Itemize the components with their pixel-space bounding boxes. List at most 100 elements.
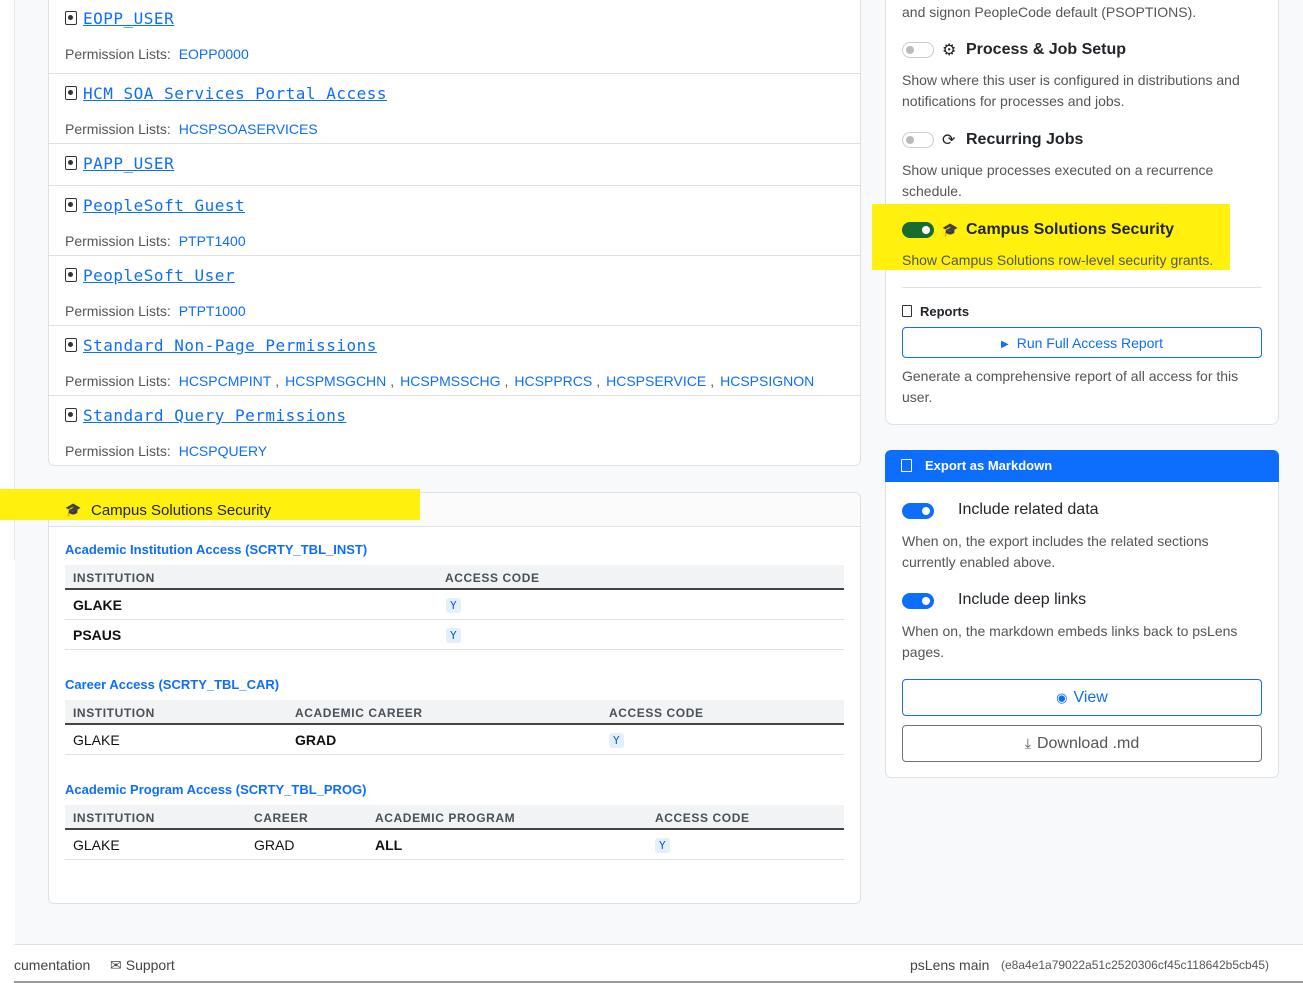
document-icon	[901, 459, 912, 472]
export-markdown-panel: Export as Markdown Include related data …	[885, 450, 1279, 778]
reports-description: Generate a comprehensive report of all a…	[902, 368, 1239, 405]
badge-icon	[65, 198, 77, 212]
permission-label: Permission Lists:	[65, 121, 171, 137]
campus-solutions-toggle[interactable]	[902, 222, 934, 238]
permission-label: Permission Lists:	[65, 233, 171, 249]
app-name: psLens main	[910, 957, 990, 973]
download-md-button[interactable]: ⤓ Download .md	[902, 725, 1262, 762]
role-link[interactable]: PeopleSoft Guest	[65, 196, 245, 215]
access-code-badge: Y	[446, 628, 461, 643]
option-description: When on, the markdown embeds links back …	[902, 623, 1238, 660]
permission-list-link[interactable]: HCSPQUERY	[179, 443, 267, 459]
document-icon	[902, 305, 912, 317]
list-item: Standard Non-Page Permissions Permission…	[49, 325, 860, 395]
view-button[interactable]: ◉ View	[902, 679, 1262, 716]
column-header: ACCESS CODE	[655, 811, 750, 825]
badge-icon	[65, 156, 77, 170]
permission-list-link[interactable]: HCSPSERVICE	[606, 373, 706, 389]
access-code-badge: Y	[446, 598, 461, 613]
include-related-toggle[interactable]	[902, 503, 934, 519]
gear-icon: ⚙	[942, 42, 957, 59]
graduation-cap-icon: 🎓	[942, 222, 959, 237]
permission-list-link[interactable]: HCSPMSSCHG	[400, 373, 500, 389]
documentation-link[interactable]: cumentation	[14, 957, 90, 973]
column-header: INSTITUTION	[73, 706, 155, 720]
career-access-table: INSTITUTION ACADEMIC CAREER ACCESS CODE …	[65, 700, 844, 755]
footer: cumentation ✉ Support psLens main (e8a4e1…	[14, 944, 1303, 983]
permission-list-link[interactable]: PTPT1000	[179, 303, 246, 319]
badge-icon	[65, 338, 77, 352]
column-header: ACCESS CODE	[609, 706, 704, 720]
permission-list-link[interactable]: PTPT1400	[179, 233, 246, 249]
access-code-badge: Y	[655, 838, 670, 853]
column-header: CAREER	[254, 811, 309, 825]
column-header: ACCESS CODE	[445, 571, 540, 585]
recurring-jobs-toggle[interactable]	[902, 132, 934, 148]
role-link[interactable]: Standard Query Permissions	[65, 406, 346, 425]
option-description: Show unique processes executed on a recu…	[902, 162, 1214, 199]
program-access-title: Academic Program Access (SCRTY_TBL_PROG)	[65, 782, 367, 797]
list-item: PeopleSoft User Permission Lists: PTPT10…	[49, 255, 860, 325]
table-row: GLAKE GRAD ALL Y	[65, 830, 844, 860]
option-include-deep-links: Include deep links	[902, 591, 1262, 611]
permission-label: Permission Lists:	[65, 46, 171, 62]
option-include-related: Include related data	[902, 501, 1262, 521]
badge-icon	[65, 268, 77, 282]
role-link[interactable]: PeopleSoft User	[65, 266, 235, 285]
list-item: HCM SOA Services Portal Access Permissio…	[49, 73, 860, 143]
include-deep-links-toggle[interactable]	[902, 593, 934, 609]
role-link[interactable]: PAPP_USER	[65, 154, 174, 173]
column-header: ACADEMIC PROGRAM	[375, 811, 516, 825]
permission-list-link[interactable]: HCSPSIGNON	[720, 373, 814, 389]
permission-list-link[interactable]: HCSPCMPINT	[179, 373, 272, 389]
graduation-cap-icon: 🎓	[65, 502, 82, 517]
access-code-badge: Y	[609, 733, 624, 748]
role-link[interactable]: HCM SOA Services Portal Access	[65, 84, 387, 103]
table-row: GLAKE GRAD Y	[65, 725, 844, 755]
table-row: GLAKE Y	[65, 590, 844, 620]
badge-icon	[65, 86, 77, 100]
list-item: PeopleSoft Guest Permission Lists: PTPT1…	[49, 185, 860, 255]
institution-access-table: INSTITUTION ACCESS CODE GLAKE Y PSAUS Y	[65, 565, 844, 650]
permission-list-link[interactable]: EOPP0000	[179, 46, 249, 62]
column-header: ACADEMIC CAREER	[295, 706, 423, 720]
career-access-title: Career Access (SCRTY_TBL_CAR)	[65, 677, 280, 692]
permission-list-link[interactable]: HCSPMSGCHN	[285, 373, 386, 389]
eye-icon: ◉	[1056, 690, 1068, 705]
list-item: EOPP_USER Permission Lists: EOPP0000	[49, 0, 860, 73]
permission-label: Permission Lists:	[65, 303, 171, 319]
column-header: INSTITUTION	[73, 571, 155, 585]
list-item: PAPP_USER	[49, 143, 860, 185]
campus-solutions-panel: 🎓 Campus Solutions Security Academic Ins…	[48, 492, 861, 904]
permission-label: Permission Lists:	[65, 373, 171, 389]
list-item: Standard Query Permissions Permission Li…	[49, 395, 860, 465]
role-link[interactable]: Standard Non-Page Permissions	[65, 336, 377, 355]
sidebar-edge	[14, 0, 15, 560]
option-description: and signon PeopleCode default (PSOPTIONS…	[902, 4, 1197, 20]
reports-heading: Reports	[902, 304, 969, 319]
institution-access-title: Academic Institution Access (SCRTY_TBL_I…	[65, 542, 368, 557]
support-link[interactable]: ✉ Support	[110, 957, 175, 974]
permission-label: Permission Lists:	[65, 443, 171, 459]
badge-icon	[65, 11, 77, 25]
refresh-icon: ⟳	[942, 132, 956, 149]
divider	[902, 287, 1262, 288]
option-process-job-setup: ⚙ Process & Job Setup	[902, 40, 1262, 60]
play-icon: ▶	[1001, 339, 1009, 350]
download-icon: ⤓	[1024, 735, 1031, 751]
option-description: When on, the export includes the related…	[902, 533, 1209, 570]
permission-list-link[interactable]: HCSPPRCS	[514, 373, 592, 389]
run-full-access-report-button[interactable]: ▶ Run Full Access Report	[902, 327, 1262, 358]
option-description: Show Campus Solutions row-level security…	[902, 252, 1214, 268]
roles-list: EOPP_USER Permission Lists: EOPP0000 HCM…	[48, 0, 861, 466]
role-link[interactable]: EOPP_USER	[65, 9, 174, 28]
panel-title: Campus Solutions Security	[91, 502, 272, 519]
option-recurring-jobs: ⟳ Recurring Jobs	[902, 130, 1262, 150]
badge-icon	[65, 408, 77, 422]
column-header: INSTITUTION	[73, 811, 155, 825]
version-hash: (e8a4e1a79022a51c2520306cf45c118642b5cb4…	[1001, 958, 1270, 972]
program-access-table: INSTITUTION CAREER ACADEMIC PROGRAM ACCE…	[65, 805, 844, 860]
permission-list-link[interactable]: HCSPSOASERVICES	[179, 121, 318, 137]
export-header: Export as Markdown	[885, 450, 1279, 482]
process-job-toggle[interactable]	[902, 42, 934, 58]
